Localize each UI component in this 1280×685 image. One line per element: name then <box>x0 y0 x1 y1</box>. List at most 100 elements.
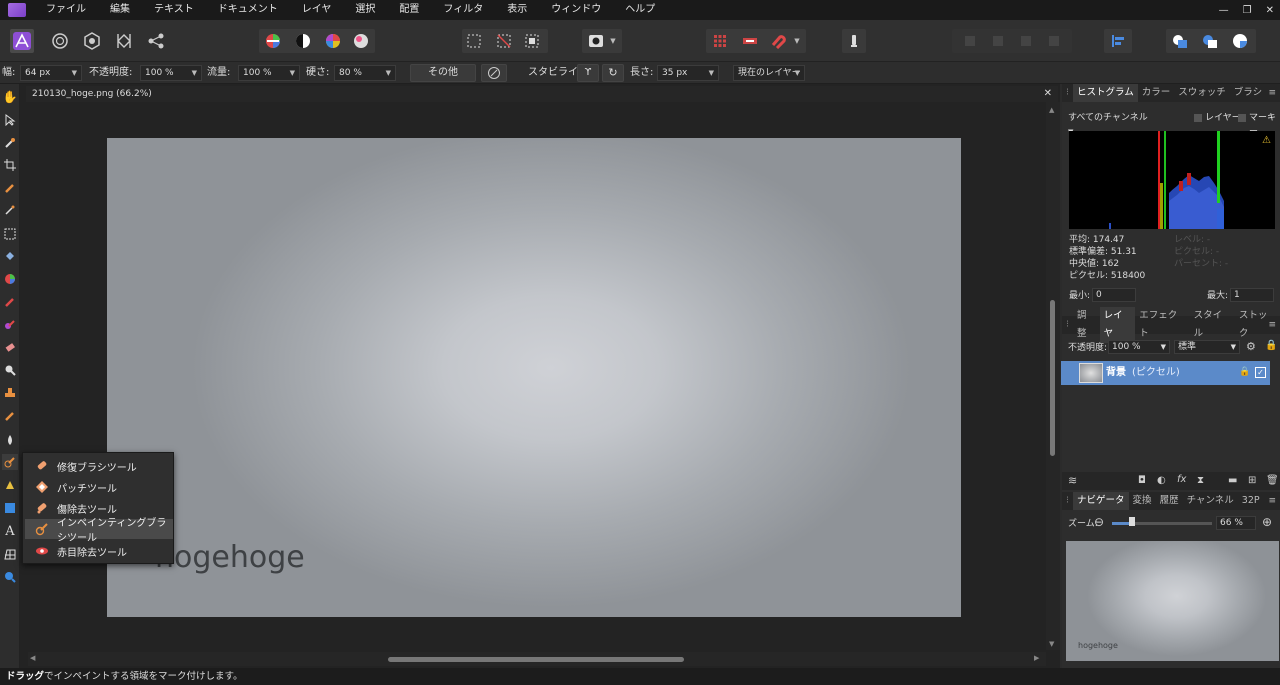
deselect-icon[interactable] <box>492 29 516 53</box>
horizontal-scroll-thumb[interactable] <box>388 657 684 662</box>
blur-brush-tool-icon[interactable] <box>2 432 18 448</box>
rectangle-tool-icon[interactable] <box>2 500 18 516</box>
zoom-slider-track[interactable] <box>1112 522 1212 525</box>
layer-lock-icon[interactable]: 🔒 <box>1239 367 1250 377</box>
erase-brush-tool-icon[interactable] <box>2 339 18 355</box>
tab-transform[interactable]: 変換 <box>1129 492 1156 510</box>
levels-icon[interactable] <box>261 29 285 53</box>
red-eye-removal-tool-item[interactable]: 赤目除去ツール <box>25 541 173 561</box>
scroll-up-icon[interactable]: ▲ <box>1049 106 1054 114</box>
selection-brush-tool-icon[interactable] <box>2 180 18 196</box>
scroll-right-icon[interactable]: ▶ <box>1034 654 1039 662</box>
invert-selection-icon[interactable] <box>520 29 544 53</box>
document-tab[interactable]: 210130_hoge.png (66.2%) ✕ <box>26 86 1058 102</box>
zoom-tool-icon[interactable] <box>2 569 18 585</box>
menu-arrange[interactable]: 配置 <box>387 0 431 20</box>
white-balance-icon[interactable] <box>291 29 315 53</box>
restore-icon[interactable]: ❐ <box>1243 5 1252 16</box>
blend-mode-select[interactable]: 標準 ▼ <box>1174 340 1240 354</box>
minimize-icon[interactable]: — <box>1219 5 1229 16</box>
close-window-icon[interactable]: ✕ <box>1266 5 1274 16</box>
text-tool-icon[interactable]: A <box>2 523 18 539</box>
marquee-checkbox[interactable] <box>1238 114 1246 122</box>
add-shape-icon[interactable] <box>1168 29 1192 53</box>
zoom-field[interactable]: 66 % <box>1216 516 1256 530</box>
tab-brushes[interactable]: ブラシ <box>1230 84 1266 102</box>
mesh-warp-tool-icon[interactable] <box>2 546 18 562</box>
snapping-dropdown-icon[interactable]: ▼ <box>790 29 804 53</box>
color-replacement-tool-icon[interactable] <box>2 316 18 332</box>
opacity-field[interactable]: 100 % ▼ <box>140 65 202 81</box>
zoom-in-icon[interactable]: ⊕ <box>1262 515 1272 529</box>
layer-row[interactable]: 背景 (ピクセル) 🔒 ✓ <box>1061 361 1270 385</box>
develop-persona-icon[interactable] <box>80 29 104 53</box>
menu-edit[interactable]: 編集 <box>98 0 142 20</box>
panel-menu-icon[interactable]: ≡ <box>1268 88 1276 98</box>
live-filter-icon[interactable]: ⧗ <box>1197 475 1204 486</box>
liquify-persona-icon[interactable] <box>48 29 72 53</box>
layer-checkbox[interactable] <box>1194 114 1202 122</box>
tone-mapping-persona-icon[interactable] <box>112 29 136 53</box>
gradient-tool-icon[interactable] <box>2 271 18 287</box>
pen-tool-icon[interactable] <box>2 477 18 493</box>
snapping-magnet-icon[interactable] <box>766 29 790 53</box>
window-mode-icon[interactable]: ↻ <box>602 64 624 82</box>
scroll-down-icon[interactable]: ▼ <box>1049 640 1054 648</box>
tab-adjustments[interactable]: 調整 <box>1073 307 1100 343</box>
tab-navigator[interactable]: ナビゲータ <box>1073 492 1129 510</box>
tab-32p[interactable]: 32P <box>1238 492 1264 510</box>
move-tool-icon[interactable] <box>2 112 18 128</box>
adjustment-layer-icon[interactable]: ◐ <box>1157 475 1166 486</box>
menu-document[interactable]: ドキュメント <box>206 0 290 20</box>
group-folder-icon[interactable]: ▬ <box>1228 475 1237 486</box>
width-field[interactable]: 64 px ▼ <box>20 65 82 81</box>
tab-effects[interactable]: エフェクト <box>1135 307 1189 343</box>
patch-tool-item[interactable]: パッチツール <box>25 477 173 497</box>
menu-layer[interactable]: レイヤ <box>290 0 344 20</box>
hand-tool-icon[interactable]: ✋ <box>2 89 18 105</box>
layer-visibility-checkbox[interactable]: ✓ <box>1255 367 1266 378</box>
tab-styles[interactable]: スタイル <box>1190 307 1235 343</box>
menu-select[interactable]: 選択 <box>343 0 387 20</box>
layer-settings-gear-icon[interactable]: ⚙ <box>1246 340 1256 353</box>
warning-icon[interactable]: ⚠ <box>1262 135 1271 146</box>
undo-brush-tool-icon[interactable] <box>2 408 18 424</box>
max-field[interactable]: 1 <box>1230 288 1274 302</box>
add-pixel-layer-icon[interactable]: ⊞ <box>1248 475 1256 486</box>
dodge-tool-icon[interactable] <box>2 362 18 378</box>
crop-tool-icon[interactable] <box>2 157 18 173</box>
tab-channels[interactable]: チャンネル <box>1183 492 1238 510</box>
menu-file[interactable]: ファイル <box>34 0 98 20</box>
zoom-slider-thumb[interactable] <box>1129 517 1135 526</box>
layers-stack-icon[interactable]: ≋ <box>1068 474 1077 487</box>
hsl-icon[interactable] <box>321 29 345 53</box>
navigator-preview[interactable]: hogehoge <box>1066 541 1279 661</box>
navigator-menu-icon[interactable]: ≡ <box>1268 496 1276 506</box>
menu-help[interactable]: ヘルプ <box>613 0 667 20</box>
menu-window[interactable]: ウィンドウ <box>539 0 613 20</box>
select-all-icon[interactable] <box>462 29 486 53</box>
lock-icon[interactable]: 🔒 <box>1265 340 1277 351</box>
flood-fill-tool-icon[interactable] <box>2 248 18 264</box>
rope-mode-icon[interactable]: ϒ <box>577 64 599 82</box>
menu-text[interactable]: テキスト <box>142 0 206 20</box>
tab-layers[interactable]: レイヤ <box>1099 307 1136 343</box>
alignment-icon[interactable] <box>738 29 762 53</box>
export-persona-icon[interactable] <box>144 29 168 53</box>
channel-select[interactable]: すべてのチャンネル ▼ <box>1068 111 1154 136</box>
menu-filters[interactable]: フィルタ <box>431 0 495 20</box>
marquee-tool-icon[interactable] <box>2 226 18 242</box>
layer-opacity-field[interactable]: 100 % ▼ <box>1108 340 1170 354</box>
fx-icon[interactable]: fx <box>1177 474 1186 485</box>
menu-view[interactable]: 表示 <box>495 0 539 20</box>
assistant-icon[interactable] <box>842 29 866 53</box>
layers-panel-menu-icon[interactable]: ≡ <box>1268 320 1276 330</box>
healing-brush-tool-icon[interactable] <box>2 454 18 470</box>
min-field[interactable]: 0 <box>1092 288 1136 302</box>
vertical-scroll-thumb[interactable] <box>1050 300 1055 456</box>
scroll-left-icon[interactable]: ◀ <box>30 654 35 662</box>
tab-history[interactable]: 履歴 <box>1156 492 1183 510</box>
grid-icon[interactable] <box>708 29 732 53</box>
source-select[interactable]: 現在のレイヤー ▼ <box>733 65 805 81</box>
mask-layer-icon[interactable]: ◘ <box>1138 475 1146 486</box>
